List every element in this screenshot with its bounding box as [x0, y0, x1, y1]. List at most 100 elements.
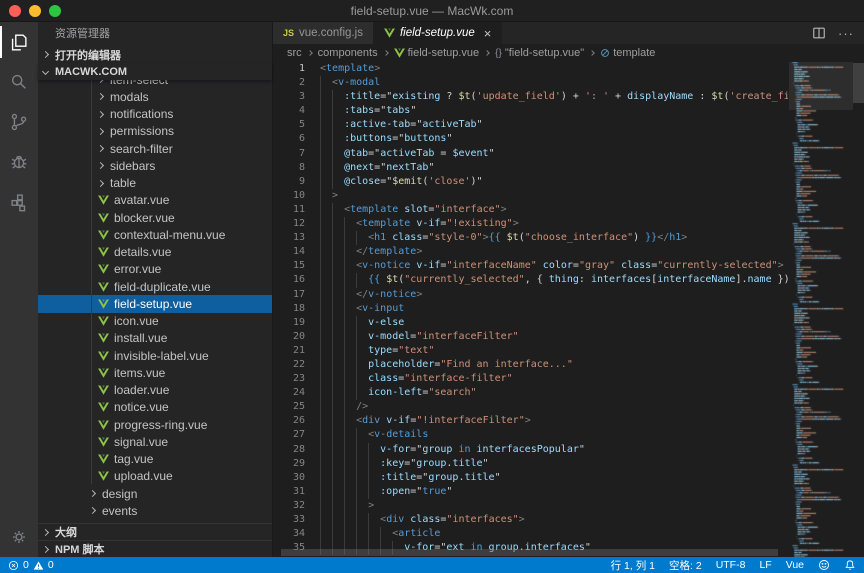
notifications-bell-icon[interactable]	[844, 559, 856, 571]
code-line-25[interactable]: />	[320, 400, 788, 414]
code-line-10[interactable]: >	[320, 189, 788, 203]
code-line-11[interactable]: <template slot="interface">	[320, 203, 788, 217]
tree-folder-modals[interactable]: modals	[38, 88, 272, 105]
tree-file-loader.vue[interactable]: loader.vue	[38, 382, 272, 399]
tree-file-avatar.vue[interactable]: avatar.vue	[38, 192, 272, 209]
activity-search-icon[interactable]	[0, 62, 38, 102]
editor-tab-vue.config.js[interactable]: JSvue.config.js	[273, 22, 374, 44]
tree-file-progress-ring.vue[interactable]: progress-ring.vue	[38, 416, 272, 433]
tree-file-error.vue[interactable]: error.vue	[38, 261, 272, 278]
line-number[interactable]: 34	[273, 527, 305, 541]
line-number[interactable]: 8	[273, 161, 305, 175]
code-line-16[interactable]: {{ $t("currently_selected", { thing: int…	[320, 273, 788, 287]
code-line-33[interactable]: <div class="interfaces">	[320, 513, 788, 527]
line-number[interactable]: 9	[273, 175, 305, 189]
code-line-12[interactable]: <template v-if="!existing">	[320, 217, 788, 231]
tree-folder-design[interactable]: design	[38, 485, 272, 502]
editor-tab-field-setup.vue[interactable]: field-setup.vue×	[374, 22, 502, 44]
minimap-viewport-slider[interactable]	[789, 62, 853, 110]
code-line-6[interactable]: :buttons="buttons"	[320, 132, 788, 146]
tree-file-blocker.vue[interactable]: blocker.vue	[38, 209, 272, 226]
section-root-folder[interactable]: MACWK.COM	[38, 63, 272, 80]
code-line-31[interactable]: :open="true"	[320, 485, 788, 499]
minimize-window-button[interactable]	[29, 5, 41, 17]
code-line-23[interactable]: class="interface-filter"	[320, 372, 788, 386]
line-number[interactable]: 13	[273, 231, 305, 245]
tree-folder-item-select[interactable]: item-select	[38, 80, 272, 88]
breadcrumb-1[interactable]: src	[287, 47, 302, 59]
code-line-2[interactable]: <v-modal	[320, 76, 788, 90]
split-editor-icon[interactable]	[812, 26, 826, 40]
code-line-9[interactable]: @close="$emit('close')"	[320, 175, 788, 189]
code-line-13[interactable]: <h1 class="style-0">{{ $t("choose_interf…	[320, 231, 788, 245]
minimap[interactable]	[789, 62, 853, 557]
breadcrumb-5[interactable]: template	[600, 47, 655, 59]
tree-file-notice.vue[interactable]: notice.vue	[38, 399, 272, 416]
line-number[interactable]: 2	[273, 76, 305, 90]
tree-file-invisible-label.vue[interactable]: invisible-label.vue	[38, 347, 272, 364]
eol-setting[interactable]: LF	[759, 559, 771, 571]
tree-folder-sidebars[interactable]: sidebars	[38, 157, 272, 174]
more-actions-icon[interactable]: ···	[838, 26, 854, 41]
line-number[interactable]: 10	[273, 189, 305, 203]
line-number[interactable]: 28	[273, 443, 305, 457]
line-number-gutter[interactable]: 1234567891011121314151617181920212223242…	[273, 62, 311, 557]
tree-file-upload.vue[interactable]: upload.vue	[38, 468, 272, 485]
code-line-1[interactable]: <template>	[320, 62, 788, 76]
line-number[interactable]: 30	[273, 471, 305, 485]
code-line-15[interactable]: <v-notice v-if="interfaceName" color="gr…	[320, 259, 788, 273]
code-line-7[interactable]: @tab="activeTab = $event"	[320, 147, 788, 161]
tree-file-install.vue[interactable]: install.vue	[38, 330, 272, 347]
section-npm-scripts[interactable]: NPM 脚本	[38, 540, 272, 557]
line-number[interactable]: 20	[273, 330, 305, 344]
line-number[interactable]: 31	[273, 485, 305, 499]
vertical-scrollbar[interactable]	[853, 63, 864, 103]
line-number[interactable]: 26	[273, 414, 305, 428]
language-mode[interactable]: Vue	[786, 559, 804, 571]
tree-file-tag.vue[interactable]: tag.vue	[38, 451, 272, 468]
code-line-20[interactable]: v-model="interfaceFilter"	[320, 330, 788, 344]
code-line-32[interactable]: >	[320, 499, 788, 513]
code-line-14[interactable]: </template>	[320, 245, 788, 259]
line-number[interactable]: 3	[273, 90, 305, 104]
tree-file-icon.vue[interactable]: icon.vue	[38, 313, 272, 330]
zoom-window-button[interactable]	[49, 5, 61, 17]
code-line-17[interactable]: </v-notice>	[320, 288, 788, 302]
code-line-4[interactable]: :tabs="tabs"	[320, 104, 788, 118]
activity-source-control-icon[interactable]	[0, 102, 38, 142]
tree-folder-table[interactable]: table	[38, 175, 272, 192]
activity-explorer-icon[interactable]	[0, 22, 38, 62]
line-number[interactable]: 11	[273, 203, 305, 217]
indentation-setting[interactable]: 空格: 2	[669, 558, 702, 573]
tree-file-field-duplicate.vue[interactable]: field-duplicate.vue	[38, 278, 272, 295]
line-number[interactable]: 18	[273, 302, 305, 316]
line-number[interactable]: 24	[273, 386, 305, 400]
activity-manage-gear-icon[interactable]	[0, 517, 38, 557]
code-line-8[interactable]: @next="nextTab"	[320, 161, 788, 175]
line-number[interactable]: 14	[273, 245, 305, 259]
code-line-28[interactable]: v-for="group in interfacesPopular"	[320, 443, 788, 457]
code-line-19[interactable]: v-else	[320, 316, 788, 330]
line-number[interactable]: 12	[273, 217, 305, 231]
line-number[interactable]: 7	[273, 147, 305, 161]
line-number[interactable]: 32	[273, 499, 305, 513]
code-line-5[interactable]: :active-tab="activeTab"	[320, 118, 788, 132]
encoding[interactable]: UTF-8	[716, 559, 746, 571]
line-number[interactable]: 4	[273, 104, 305, 118]
code-line-24[interactable]: icon-left="search"	[320, 386, 788, 400]
horizontal-scrollbar[interactable]	[281, 549, 778, 556]
tree-folder-notifications[interactable]: notifications	[38, 106, 272, 123]
line-number[interactable]: 1	[273, 62, 305, 76]
code-content[interactable]: <template> <v-modal :title="existing ? $…	[311, 62, 788, 557]
line-number[interactable]: 16	[273, 273, 305, 287]
code-line-18[interactable]: <v-input	[320, 302, 788, 316]
line-number[interactable]: 19	[273, 316, 305, 330]
feedback-smiley-icon[interactable]	[818, 559, 830, 571]
line-number[interactable]: 29	[273, 457, 305, 471]
tree-file-details.vue[interactable]: details.vue	[38, 244, 272, 261]
breadcrumb-3[interactable]: field-setup.vue	[394, 47, 480, 59]
cursor-position[interactable]: 行 1, 列 1	[611, 558, 655, 573]
tree-folder-events[interactable]: events	[38, 502, 272, 519]
code-editor[interactable]: 1234567891011121314151617181920212223242…	[273, 62, 864, 557]
line-number[interactable]: 15	[273, 259, 305, 273]
